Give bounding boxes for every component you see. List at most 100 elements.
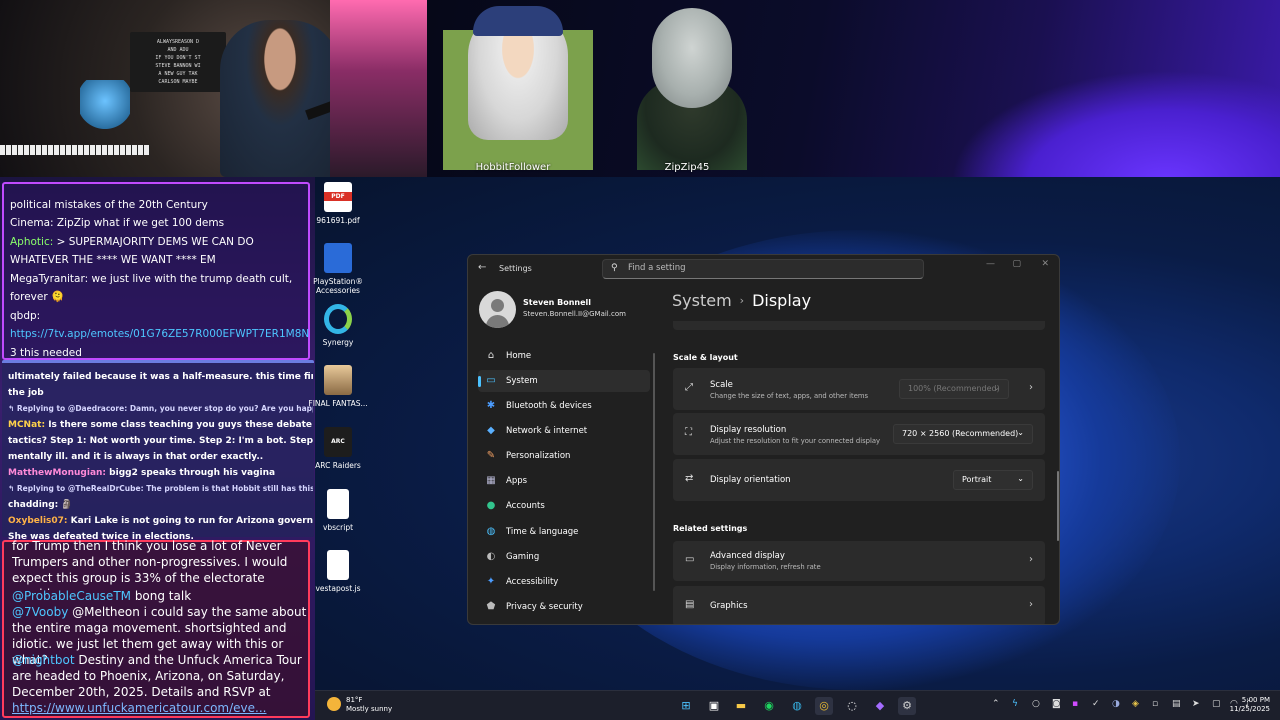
search-input[interactable]: ⚲ Find a setting <box>602 259 924 279</box>
sidebar-item-label: Home <box>506 351 532 361</box>
desktop-icon-label: PlayStation® Accessories <box>313 277 363 295</box>
orientation-dropdown[interactable]: Portrait ⌄ <box>953 470 1033 490</box>
user-email: Steven.Bonnell.II@GMail.com <box>523 310 626 318</box>
orientation-setting[interactable]: ⇄ Display orientation Portrait ⌄ <box>673 459 1045 501</box>
sidebar-scrollbar[interactable] <box>653 353 655 591</box>
sidebar-item-personalization[interactable]: ✎ Personalization <box>478 445 650 467</box>
chat-link[interactable]: https://www.unfuckamericatour.com/eve... <box>12 701 266 715</box>
desktop-icon-label: FINAL FANTAS... <box>308 399 368 408</box>
system-icon: ▭ <box>486 375 496 386</box>
sidebar-item-gaming[interactable]: ◐ Gaming <box>478 546 650 568</box>
breadcrumb-parent[interactable]: System <box>672 291 732 310</box>
windows-start-icon[interactable]: ⊞ <box>677 697 695 715</box>
chat-line: mentally ill. and it is always in that o… <box>8 452 264 462</box>
chat-line: qbdp: <box>10 310 41 322</box>
app-tray-icon[interactable]: ▪ <box>1072 699 1078 709</box>
sidebar-item-time-language[interactable]: ◍ Time & language <box>478 521 650 543</box>
resolution-dropdown[interactable]: 720 × 2560 (Recommended) ⌄ <box>893 424 1033 444</box>
advanced-display-link[interactable]: ▭ Advanced display Display information, … <box>673 541 1045 581</box>
setting-title: Display resolution <box>710 425 787 435</box>
desktop-icon-vestapost[interactable]: vestapost.js <box>308 550 368 593</box>
send-icon[interactable]: ➤ <box>1192 699 1200 709</box>
display-icon[interactable]: ▢ <box>1212 699 1221 709</box>
circle-icon[interactable]: ○ <box>1032 699 1040 709</box>
chat-link[interactable]: https://7tv.app/emotes/01G76ZE57R000EFWP… <box>10 325 315 344</box>
sidebar-item-accessibility[interactable]: ✦ Accessibility <box>478 571 650 593</box>
edge-icon[interactable]: ◍ <box>788 697 806 715</box>
desktop-icon-pdf[interactable]: PDF 961691.pdf <box>308 182 368 225</box>
monitor-icon: ▭ <box>685 554 695 565</box>
chat-line: MCNat: Is there some class teaching you … <box>8 420 313 430</box>
clock[interactable]: 5:00 PM 11/25/2025 <box>1230 696 1270 714</box>
wizard-hat <box>473 6 563 36</box>
controller-icon[interactable]: ◙ <box>1052 699 1061 709</box>
chrome-icon[interactable]: ◎ <box>815 697 833 715</box>
bluetooth-icon: ✱ <box>486 400 496 411</box>
clipboard-icon[interactable]: ▤ <box>1172 699 1181 709</box>
chat-line: MegaTyranitar: we just live with the tru… <box>10 273 293 285</box>
file-icon <box>327 550 349 580</box>
close-button[interactable]: ✕ <box>1041 259 1049 269</box>
sidebar-item-system[interactable]: ▭ System <box>478 370 650 392</box>
synergy-icon <box>324 304 352 334</box>
whiteboard-line: IF YOU DON'T ST <box>155 55 201 61</box>
chat-line: Cinema: ZipZip what if we get 100 dems <box>10 217 225 229</box>
bolt-icon[interactable]: ϟ <box>1012 699 1018 709</box>
sidebar-item-home[interactable]: ⌂ Home <box>478 345 650 367</box>
scale-setting[interactable]: ⤢ Scale Change the size of text, apps, a… <box>673 368 1045 410</box>
color-icon[interactable]: ◈ <box>1132 699 1139 709</box>
chat-line: Aphotic: > SUPERMAJORITY DEMS WE CAN DO <box>10 236 254 248</box>
setting-title: Advanced display <box>710 551 785 561</box>
desktop-icon-synergy[interactable]: Synergy <box>308 304 368 347</box>
obs-icon[interactable]: ◌ <box>843 697 861 715</box>
chevron-right-icon: › <box>1029 599 1033 610</box>
whiteboard: ALWAYSREASON D AND ADU IF YOU DON'T ST S… <box>130 32 226 92</box>
sidebar-item-label: Gaming <box>506 552 540 562</box>
sidebar-item-privacy[interactable]: ⬟ Privacy & security <box>478 596 650 618</box>
chevron-up-icon[interactable]: ⌃ <box>992 699 1000 709</box>
accessibility-icon: ✦ <box>486 576 496 587</box>
maximize-button[interactable]: ▢ <box>1012 259 1021 269</box>
content-scrollbar[interactable] <box>1057 471 1059 541</box>
check-icon[interactable]: ✓ <box>1092 699 1100 709</box>
desktop-icon-playstation[interactable]: PlayStation® Accessories <box>308 243 368 295</box>
resolution-setting[interactable]: ⛶ Display resolution Adjust the resoluti… <box>673 413 1045 455</box>
chat-line: Oxybelis07: Kari Lake is not going to ru… <box>8 516 313 526</box>
app-icon[interactable]: ◆ <box>871 697 889 715</box>
file-explorer-icon[interactable]: ▬ <box>732 697 750 715</box>
sidebar-item-label: Accounts <box>506 501 545 511</box>
desktop-icon-final-fantasy[interactable]: FINAL FANTAS... <box>308 365 368 408</box>
avatar-name: HobbitFollower <box>475 162 551 173</box>
sidebar-item-bluetooth[interactable]: ✱ Bluetooth & devices <box>478 395 650 417</box>
desktop-icon-label: 961691.pdf <box>316 216 360 225</box>
shield-icon: ⬟ <box>486 601 496 612</box>
neon-shelf <box>330 0 427 177</box>
task-view-icon[interactable]: ▣ <box>705 697 723 715</box>
sidebar-item-network[interactable]: ◆ Network & internet <box>478 420 650 442</box>
network-tray-icon[interactable]: ▫ <box>1152 699 1158 709</box>
spotify-icon[interactable]: ◉ <box>760 697 778 715</box>
apps-icon: ▦ <box>486 475 496 486</box>
sidebar-item-label: Bluetooth & devices <box>506 401 592 411</box>
setting-subtitle: Display information, refresh rate <box>710 563 821 571</box>
graphics-link[interactable]: ▤ Graphics › <box>673 586 1045 624</box>
steam-icon[interactable]: ◑ <box>1112 699 1120 709</box>
sidebar-item-accounts[interactable]: ● Accounts <box>478 495 650 517</box>
avatar[interactable] <box>479 291 516 328</box>
chevron-right-icon: › <box>739 294 745 307</box>
settings-icon[interactable]: ⚙ <box>898 697 916 715</box>
arc-raiders-icon: ARC <box>324 427 352 457</box>
resolution-icon: ⛶ <box>685 427 692 438</box>
avatar-name: ZipZip45 <box>664 162 710 173</box>
desktop-icon-vbscript[interactable]: vbscript <box>308 489 368 532</box>
setting-subtitle: Adjust the resolution to fit your connec… <box>710 437 881 445</box>
sidebar-item-apps[interactable]: ▦ Apps <box>478 470 650 492</box>
chat-message: @nightbot Destiny and the Unfuck America… <box>12 653 302 715</box>
section-title-related: Related settings <box>673 524 748 533</box>
desktop-icon-arc-raiders[interactable]: ARC ARC Raiders <box>308 427 368 470</box>
back-arrow-icon[interactable]: ← <box>478 262 486 273</box>
desktop-icon-label: ARC Raiders <box>315 461 361 470</box>
setting-title: Display orientation <box>710 475 791 485</box>
minimize-button[interactable]: — <box>986 259 995 269</box>
section-title-scale-layout: Scale & layout <box>673 353 738 362</box>
